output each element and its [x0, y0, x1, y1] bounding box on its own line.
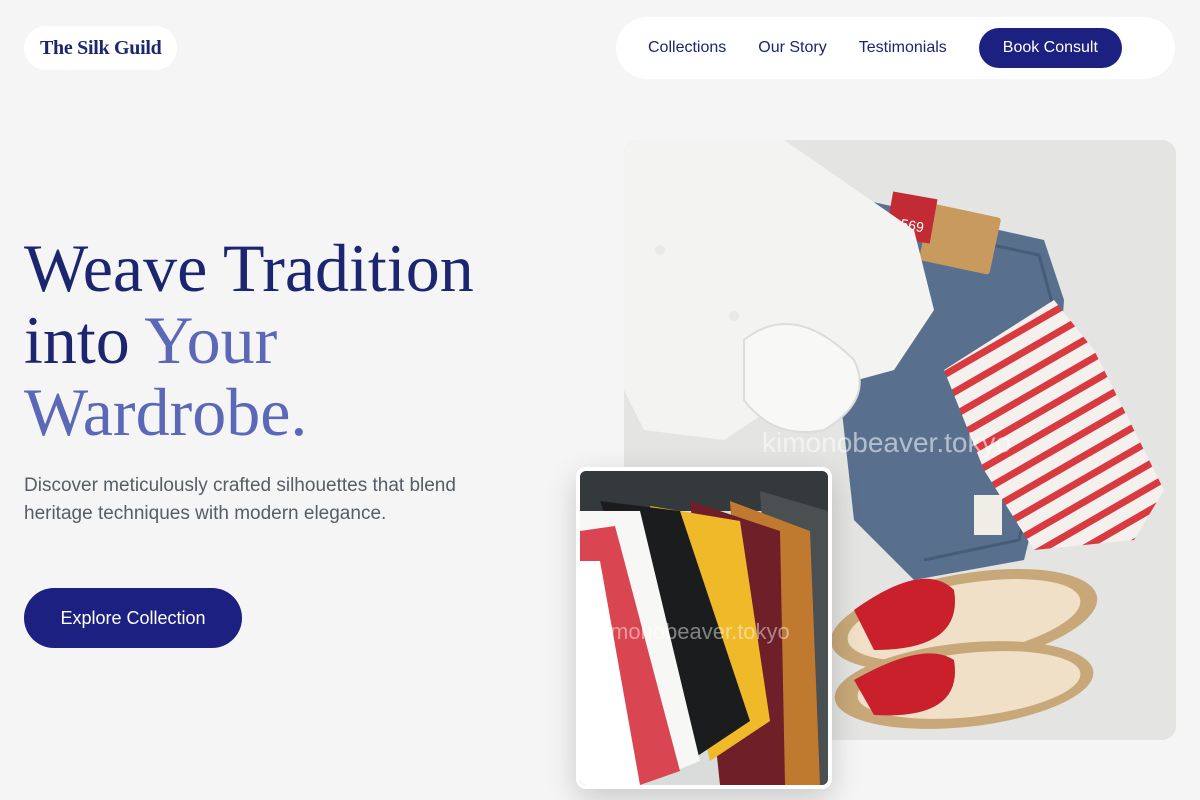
- hero-title-accent: Your: [144, 302, 278, 378]
- nav-link-testimonials[interactable]: Testimonials: [859, 39, 947, 57]
- hero-title-line1: Weave Tradition: [24, 230, 474, 306]
- brand-logo[interactable]: The Silk Guild: [24, 26, 178, 70]
- book-consult-button[interactable]: Book Consult: [978, 28, 1122, 68]
- explore-collection-button[interactable]: Explore Collection: [24, 588, 242, 648]
- nav-link-collections[interactable]: Collections: [648, 39, 726, 57]
- hero-title: Weave Tradition into Your Wardrobe.: [24, 232, 584, 448]
- hanging-shirts-illustration: monobeaver.tokyo: [580, 471, 828, 785]
- hero-subtitle: Discover meticulously crafted silhouette…: [24, 475, 456, 524]
- hero-title-line3: Wardrobe.: [24, 374, 308, 450]
- hanging-shirts-image: monobeaver.tokyo: [576, 467, 832, 789]
- main-image-watermark: kimonobeaver.tokyo: [762, 427, 1011, 458]
- nav-link-our-story[interactable]: Our Story: [758, 39, 826, 57]
- hero-title-line2: into: [24, 302, 145, 378]
- small-image-watermark: monobeaver.tokyo: [610, 619, 790, 644]
- top-nav: Collections Our Story Testimonials Book …: [616, 17, 1175, 79]
